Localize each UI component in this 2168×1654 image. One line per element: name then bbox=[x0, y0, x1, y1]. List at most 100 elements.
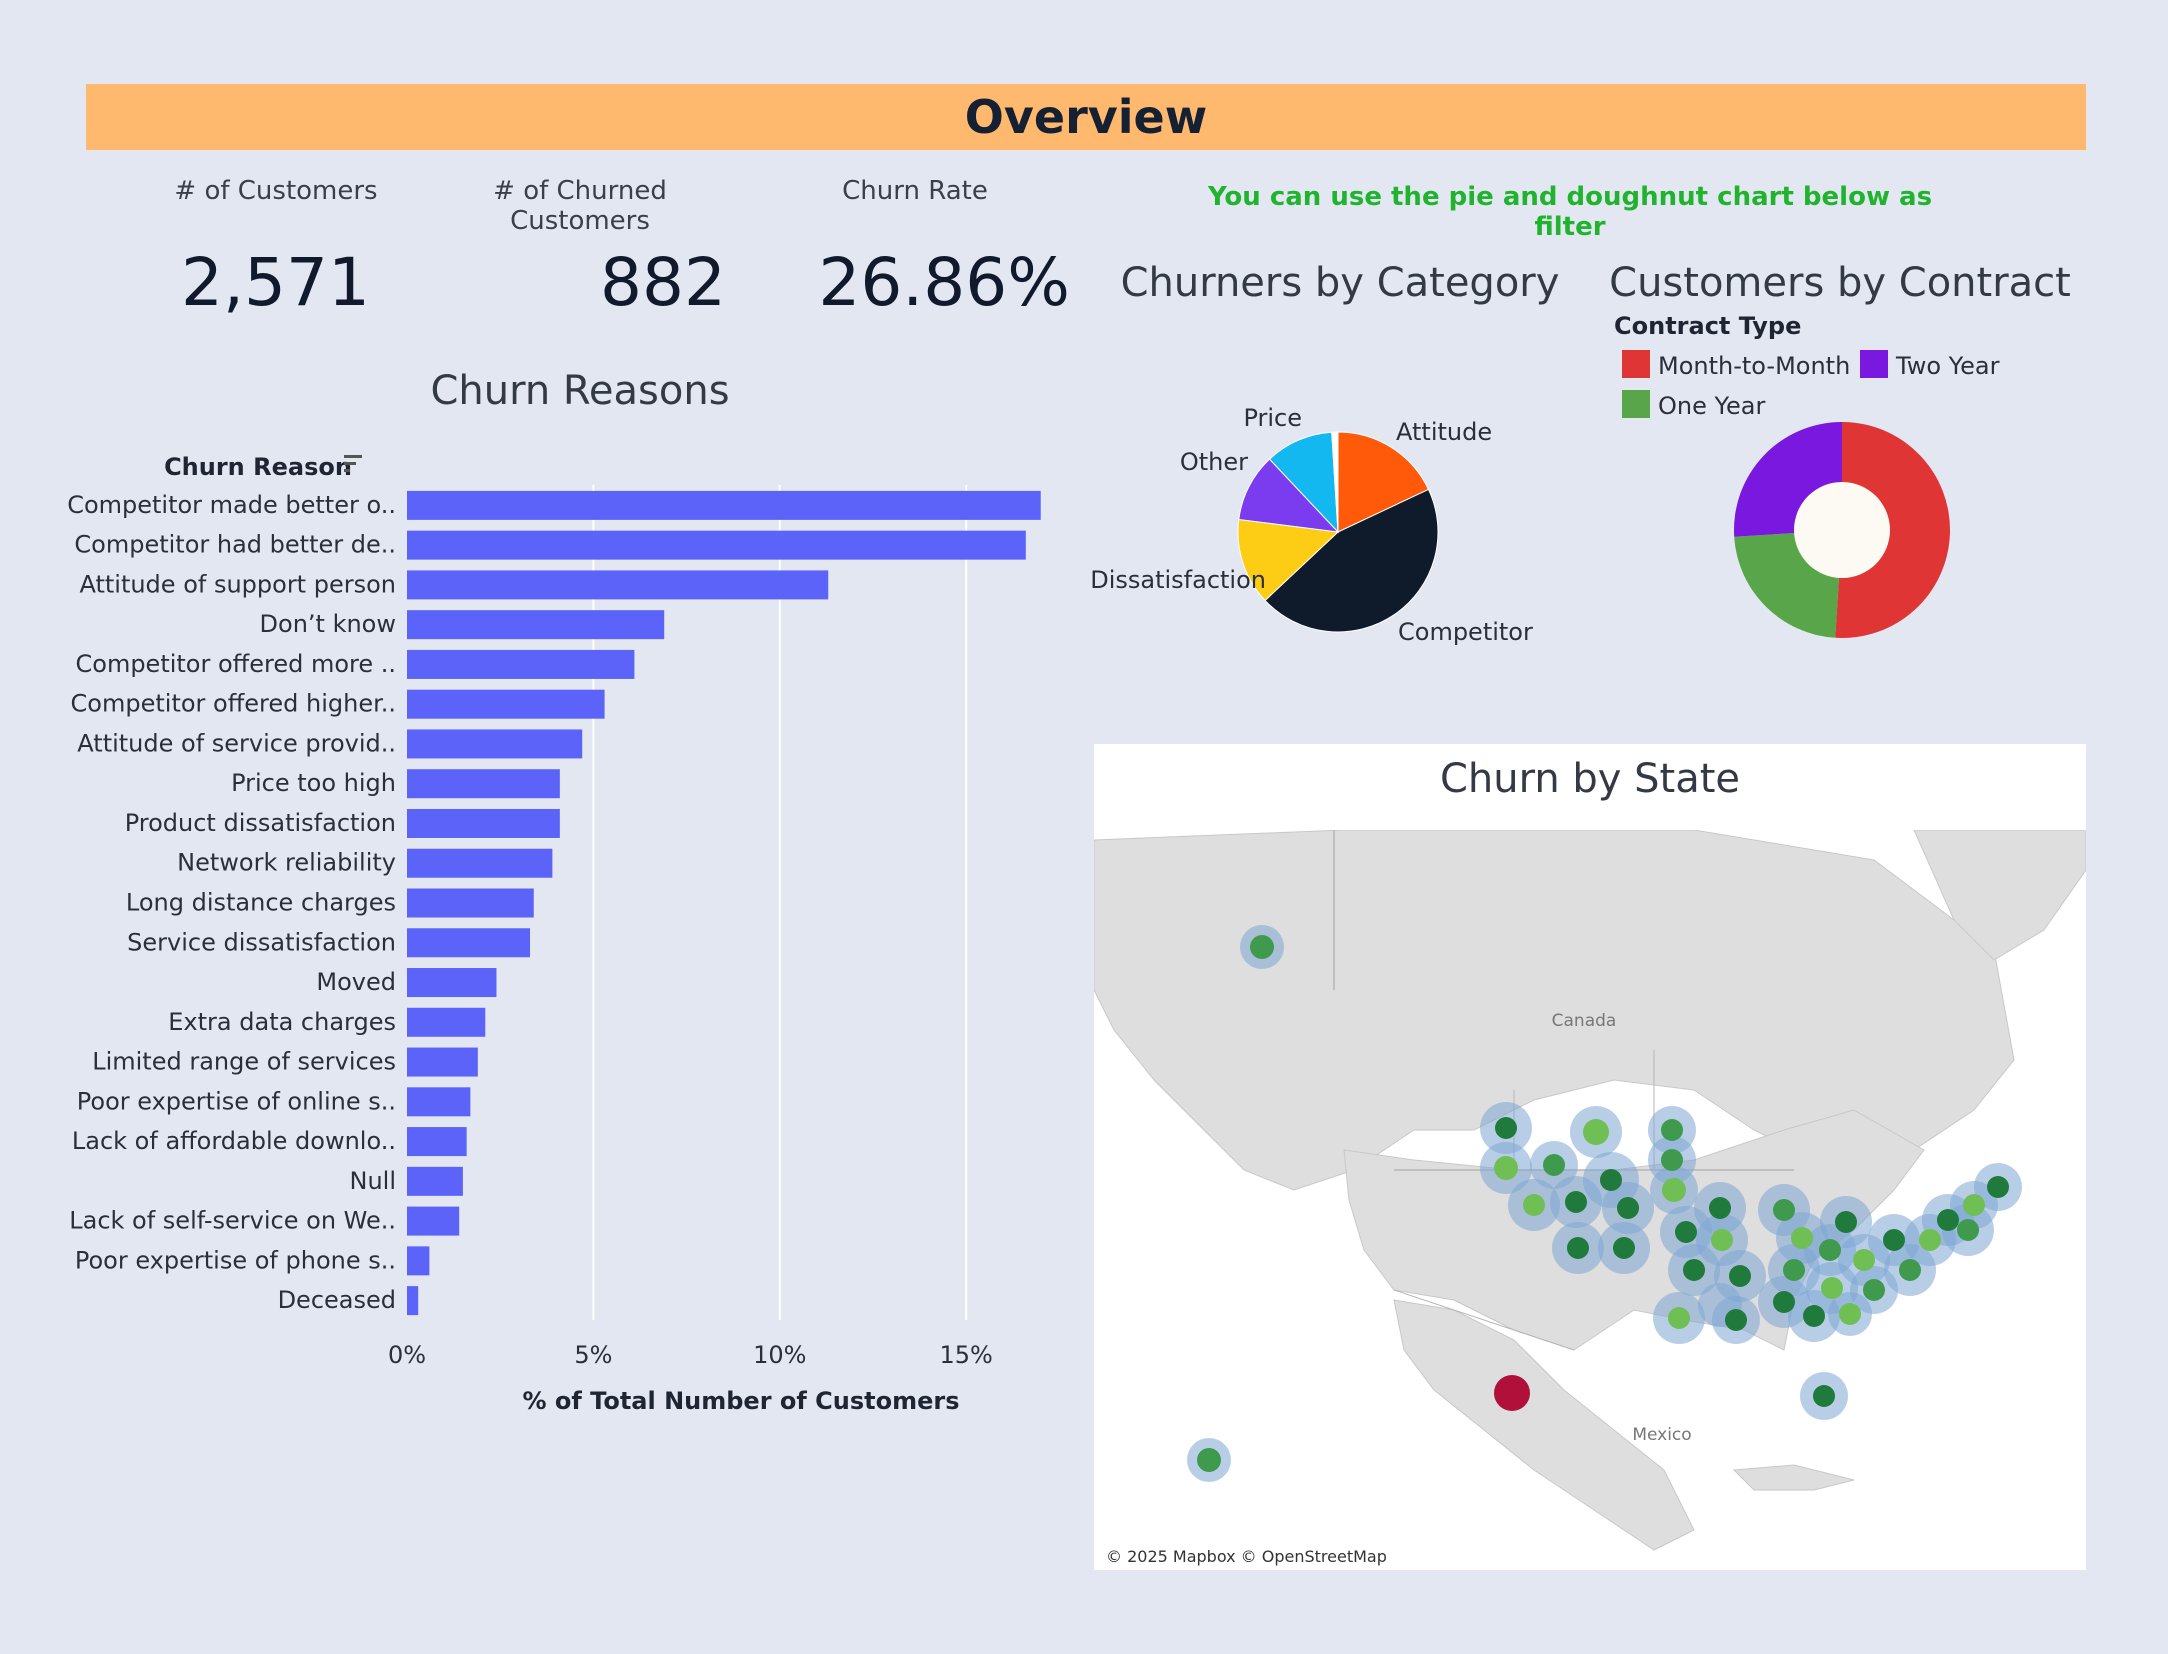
churn-reasons-title: Churn Reasons bbox=[430, 368, 730, 414]
state-dot[interactable] bbox=[1617, 1197, 1639, 1219]
bar[interactable] bbox=[407, 848, 553, 878]
state-dot[interactable] bbox=[1773, 1291, 1795, 1313]
state-dot-highlight[interactable] bbox=[1494, 1375, 1530, 1411]
state-dot[interactable] bbox=[1863, 1279, 1885, 1301]
bar[interactable] bbox=[407, 570, 829, 600]
state-dot[interactable] bbox=[1899, 1259, 1921, 1281]
sort-icon[interactable] bbox=[344, 455, 362, 472]
state-dot[interactable] bbox=[1725, 1309, 1747, 1331]
bar[interactable] bbox=[407, 1047, 478, 1077]
page-title: Overview bbox=[964, 90, 1208, 144]
bar[interactable] bbox=[407, 649, 635, 679]
map-label-canada: Canada bbox=[1552, 1011, 1617, 1031]
bar[interactable] bbox=[407, 729, 583, 759]
kpi-churn-rate-label: Churn Rate bbox=[842, 176, 988, 206]
churners-by-category-title: Churners by Category bbox=[1120, 260, 1560, 306]
bar[interactable] bbox=[407, 490, 1041, 520]
bar[interactable] bbox=[407, 1206, 460, 1236]
map-canvas[interactable]: Canada Mexico bbox=[1094, 830, 2086, 1570]
bar[interactable] bbox=[407, 1087, 471, 1117]
bar[interactable] bbox=[407, 530, 1026, 560]
x-tick-label: 0% bbox=[388, 1341, 426, 1369]
state-dot[interactable] bbox=[1919, 1229, 1941, 1251]
state-dot[interactable] bbox=[1791, 1227, 1813, 1249]
bar-category-label: Deceased bbox=[278, 1286, 396, 1314]
state-dot[interactable] bbox=[1987, 1176, 2009, 1198]
bar[interactable] bbox=[407, 1286, 419, 1316]
legend-label: Two Year bbox=[1895, 352, 2000, 380]
map-label-mexico: Mexico bbox=[1632, 1425, 1691, 1445]
donut-hole bbox=[1794, 482, 1890, 578]
state-dot[interactable] bbox=[1494, 1156, 1518, 1180]
state-dot[interactable] bbox=[1803, 1305, 1825, 1327]
pie-slice-label: Price bbox=[1243, 404, 1302, 432]
state-dot[interactable] bbox=[1711, 1229, 1733, 1251]
bar[interactable] bbox=[407, 689, 605, 719]
kpi-churn-rate-value: 26.86% bbox=[818, 244, 1070, 321]
state-dot[interactable] bbox=[1963, 1194, 1985, 1216]
state-dot[interactable] bbox=[1543, 1154, 1565, 1176]
map-title: Churn by State bbox=[1439, 756, 1741, 802]
state-dot[interactable] bbox=[1729, 1265, 1751, 1287]
state-dot[interactable] bbox=[1662, 1178, 1686, 1202]
bar[interactable] bbox=[407, 610, 665, 640]
state-dot[interactable] bbox=[1813, 1385, 1835, 1407]
bar[interactable] bbox=[407, 1246, 430, 1276]
customers-by-contract-chart[interactable]: Contract Type Month-to-Month Two Year On… bbox=[1600, 305, 2080, 655]
state-dot[interactable] bbox=[1661, 1149, 1683, 1171]
state-dot[interactable] bbox=[1675, 1221, 1697, 1243]
bar[interactable] bbox=[407, 968, 497, 998]
legend-item-one-year[interactable]: One Year bbox=[1622, 390, 1765, 420]
state-dot[interactable] bbox=[1835, 1211, 1857, 1233]
state-dot[interactable] bbox=[1661, 1119, 1683, 1141]
kpi-customers-value: 2,571 bbox=[181, 244, 370, 321]
state-dot[interactable] bbox=[1583, 1119, 1609, 1145]
bar[interactable] bbox=[407, 888, 534, 918]
overview-header: Overview bbox=[86, 84, 2086, 150]
state-dot[interactable] bbox=[1883, 1229, 1905, 1251]
state-dot[interactable] bbox=[1567, 1237, 1589, 1259]
legend-swatch bbox=[1622, 350, 1650, 378]
state-dot[interactable] bbox=[1600, 1169, 1622, 1191]
state-dot[interactable] bbox=[1821, 1277, 1843, 1299]
state-dot[interactable] bbox=[1250, 935, 1274, 959]
bar-category-label: Limited range of services bbox=[92, 1048, 396, 1076]
bar-category-label: Network reliability bbox=[177, 849, 396, 877]
bar-category-label: Attitude of support person bbox=[79, 570, 396, 598]
churn-map[interactable]: Canada Mexico © 2025 Mapbox © OpenStreet… bbox=[1094, 830, 2086, 1570]
state-dot[interactable] bbox=[1853, 1249, 1875, 1271]
bar[interactable] bbox=[407, 928, 531, 958]
bar-category-label: Attitude of service provid.. bbox=[77, 729, 396, 757]
land-caribbean bbox=[1732, 1464, 1855, 1491]
state-dot[interactable] bbox=[1197, 1448, 1221, 1472]
state-dot[interactable] bbox=[1565, 1191, 1587, 1213]
kpi-customers-label: # of Customers bbox=[174, 176, 378, 206]
bar[interactable] bbox=[407, 808, 560, 838]
state-dot[interactable] bbox=[1495, 1117, 1517, 1139]
state-dot[interactable] bbox=[1839, 1303, 1861, 1325]
pie-slice-label: Dissatisfaction bbox=[1090, 566, 1266, 594]
state-dot[interactable] bbox=[1523, 1194, 1545, 1216]
bar[interactable] bbox=[407, 1007, 486, 1037]
legend-item-two-year[interactable]: Two Year bbox=[1860, 350, 2000, 380]
bar-category-label: Null bbox=[350, 1167, 397, 1195]
state-dot[interactable] bbox=[1819, 1239, 1841, 1261]
churners-by-category-chart[interactable]: Attitude Competitor Dissatisfaction Other Pr… bbox=[1090, 390, 1570, 660]
bar[interactable] bbox=[407, 1166, 463, 1196]
state-dot[interactable] bbox=[1937, 1209, 1959, 1231]
legend-item-month-to-month[interactable]: Month-to-Month bbox=[1622, 350, 1850, 380]
bar[interactable] bbox=[407, 1127, 467, 1157]
legend-swatch bbox=[1860, 350, 1888, 378]
bar-category-label: Moved bbox=[316, 968, 396, 996]
state-dot[interactable] bbox=[1783, 1259, 1805, 1281]
bar[interactable] bbox=[407, 769, 560, 799]
state-dot[interactable] bbox=[1957, 1219, 1979, 1241]
state-dot[interactable] bbox=[1683, 1259, 1705, 1281]
state-dot[interactable] bbox=[1613, 1237, 1635, 1259]
state-dot[interactable] bbox=[1709, 1197, 1731, 1219]
pie-slice-label: Competitor bbox=[1398, 618, 1533, 646]
bar-category-label: Competitor made better o.. bbox=[67, 491, 396, 519]
pie-slice-label: Attitude bbox=[1396, 418, 1492, 446]
state-dot[interactable] bbox=[1773, 1199, 1795, 1221]
state-dot[interactable] bbox=[1668, 1307, 1690, 1329]
